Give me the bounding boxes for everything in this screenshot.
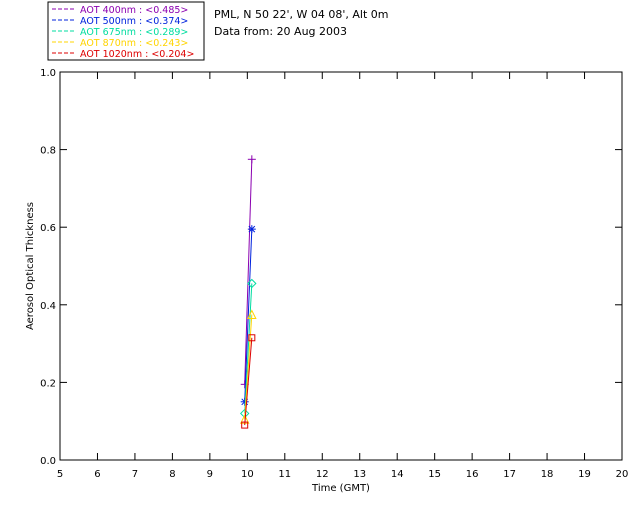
y-tick-label: 1.0 [40,68,56,79]
legend-entry: AOT 1020nm : <0.204> [80,49,194,60]
x-tick-label: 17 [503,469,516,480]
x-tick-label: 16 [466,469,479,480]
x-tick-label: 5 [57,469,63,480]
x-tick-label: 15 [428,469,441,480]
x-tick-label: 18 [541,469,554,480]
data-point-plus [247,155,256,164]
x-axis: 5 6 7 8 9 10 11 12 13 14 15 16 17 18 19 20 [57,72,629,480]
x-axis-label: Time (GMT) [311,483,370,494]
y-axis-label: Aerosol Optical Thickness [25,202,36,330]
x-tick-label: 7 [132,469,138,480]
y-tick-label: 0.6 [40,223,56,234]
legend-entry: AOT 870nm : <0.243> [80,38,188,49]
x-tick-label: 9 [207,469,213,480]
x-tick-label: 10 [241,469,254,480]
y-tick-label: 0.2 [40,378,56,389]
data-point-asterisk [247,225,256,234]
plot-frame [59,71,623,461]
legend-entry: AOT 675nm : <0.289> [80,27,188,38]
legend-entry: AOT 400nm : <0.485> [80,5,188,16]
y-tick-label: 0.0 [40,456,56,467]
x-tick-label: 6 [94,469,100,480]
x-tick-label: 13 [353,469,366,480]
x-tick-label: 14 [391,469,404,480]
x-tick-label: 11 [278,469,291,480]
y-tick-label: 0.4 [40,301,56,312]
x-tick-label: 12 [316,469,329,480]
data-date-subtitle: Data from: 20 Aug 2003 [214,25,347,38]
x-tick-label: 8 [169,469,175,480]
y-axis: 0.0 0.2 0.4 0.6 0.8 1.0 [40,68,622,467]
legend-entry: AOT 500nm : <0.374> [80,16,188,27]
aot-chart: AOT 400nm : <0.485>AOT 500nm : <0.374>AO… [25,1,629,494]
series-layer [239,155,257,429]
x-tick-label: 20 [616,469,629,480]
station-info-title: PML, N 50 22', W 04 08', Alt 0m [214,8,388,21]
y-tick-label: 0.8 [40,146,56,157]
legend: AOT 400nm : <0.485>AOT 500nm : <0.374>AO… [47,1,205,61]
x-tick-label: 19 [578,469,591,480]
